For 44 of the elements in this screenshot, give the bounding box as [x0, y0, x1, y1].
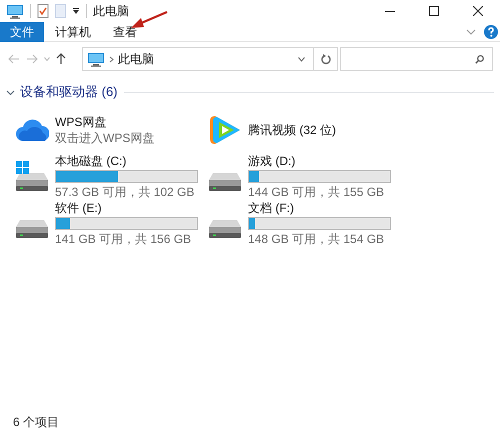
system-drive-icon	[15, 160, 49, 192]
caret-icon	[298, 56, 305, 62]
up-button[interactable]	[56, 53, 66, 65]
address-path: 此电脑	[118, 51, 154, 68]
search-field[interactable]	[340, 47, 493, 71]
window-title: 此电脑	[93, 3, 129, 20]
address-bar[interactable]: 此电脑	[82, 47, 314, 71]
caret-icon	[44, 57, 50, 61]
ribbon-tab[interactable]: 计算机	[44, 22, 102, 42]
free-space: 141 GB 可用，共 156 GB	[55, 231, 192, 247]
refresh-icon	[320, 54, 330, 64]
expand-ribbon-icon[interactable]	[466, 28, 476, 34]
item-count: 6 个项目	[13, 414, 60, 431]
refresh-button[interactable]	[314, 47, 338, 71]
item-name[interactable]: 文档 (F:)	[248, 200, 391, 216]
chevron-icon	[109, 56, 114, 62]
up-arrow-icon	[56, 53, 66, 65]
file-tab[interactable]: 文件	[0, 22, 44, 42]
item-name[interactable]: 游戏 (D:)	[248, 153, 391, 169]
drive-icon	[208, 218, 242, 238]
computer-icon[interactable]	[6, 2, 24, 20]
group-header[interactable]: 设备和驱动器 (6)	[6, 82, 118, 102]
dropdown-icon[interactable]	[72, 7, 80, 15]
computer-icon	[87, 50, 105, 68]
drive-icon	[15, 218, 49, 238]
item-name[interactable]: 软件 (E:)	[55, 200, 198, 216]
search-icon	[475, 54, 484, 64]
item-name[interactable]: WPS网盘	[55, 114, 154, 130]
properties-icon[interactable]	[37, 4, 49, 18]
maximize-icon	[429, 6, 439, 16]
right-arrow-icon	[26, 54, 38, 64]
close-icon	[473, 6, 483, 16]
help-icon[interactable]	[484, 24, 498, 38]
play-icon	[208, 114, 242, 146]
left-arrow-icon	[8, 54, 20, 64]
free-space: 57.3 GB 可用，共 102 GB	[55, 184, 196, 200]
item-name[interactable]: 本地磁盘 (C:)	[55, 153, 198, 169]
item-name[interactable]: 腾讯视频 (32 位)	[248, 122, 336, 138]
free-space: 144 GB 可用，共 155 GB	[248, 184, 386, 200]
item-subtitle: 双击进入WPS网盘	[55, 130, 154, 146]
ribbon-tab[interactable]: 查看	[102, 22, 148, 42]
drive-icon	[208, 172, 242, 192]
cloud-icon	[15, 118, 49, 142]
free-space: 148 GB 可用，共 154 GB	[248, 231, 386, 247]
